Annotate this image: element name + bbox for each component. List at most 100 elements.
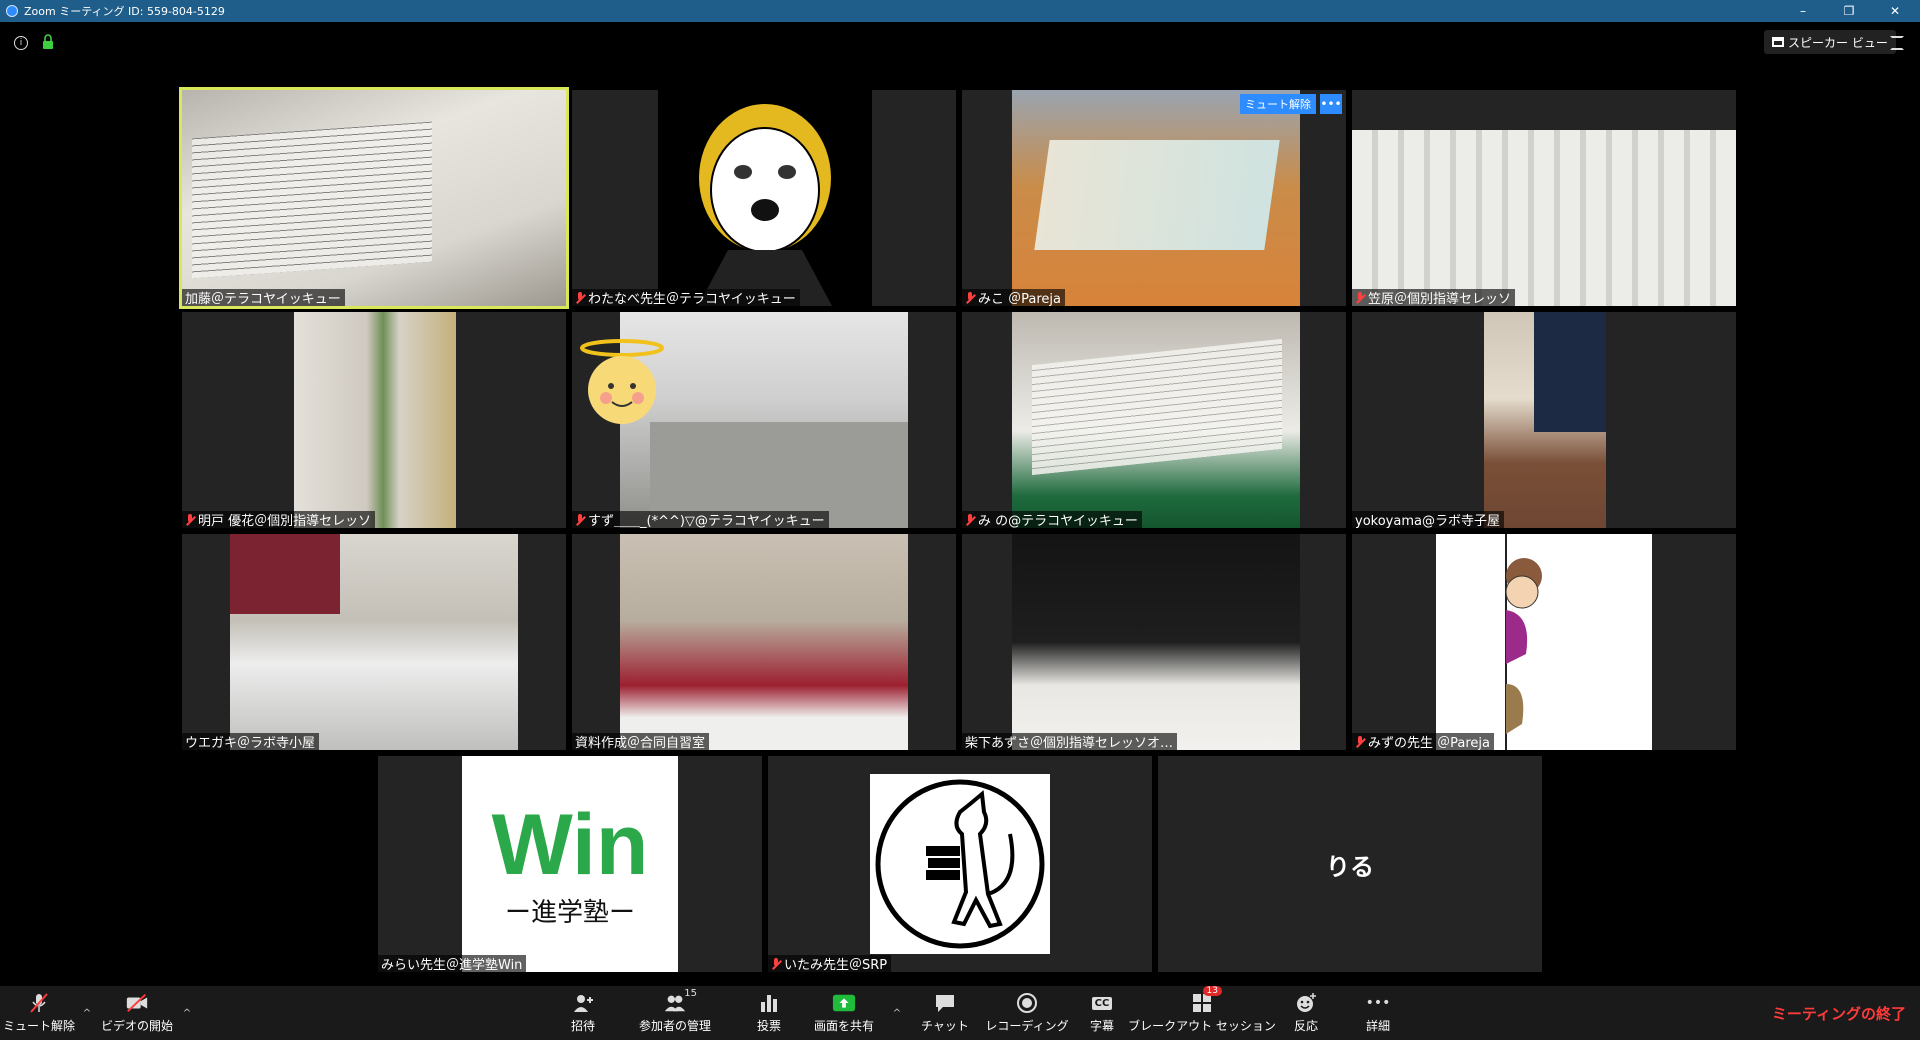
win-logo-text: Win (491, 797, 649, 893)
breakout-sessions-button[interactable]: 13 ブレークアウト セッション (1128, 986, 1276, 1040)
participant-name-tag: いたみ先生＠SRP (768, 955, 892, 972)
participant-name-tag: み の@テラコヤイッキュー (962, 511, 1142, 528)
video-tile[interactable]: 柴下あずさ＠個別指導セレッソオ… (962, 534, 1346, 750)
info-icon[interactable]: i (14, 36, 28, 50)
angel-emoji-icon (580, 339, 664, 424)
lock-icon[interactable] (42, 34, 54, 50)
tile-more-button[interactable]: ••• (1320, 94, 1342, 114)
video-feed (294, 312, 456, 528)
participant-name-tag: 資料作成＠合同自習室 (572, 733, 710, 750)
grid-icon (1772, 37, 1784, 47)
video-tile[interactable]: りる (1158, 756, 1542, 972)
breakout-count-badge: 13 (1202, 986, 1222, 996)
video-feed (1012, 534, 1300, 750)
participant-name-tag: みらい先生＠進学塾Win (378, 955, 527, 972)
mic-muted-icon (1355, 291, 1365, 304)
mic-muted-icon (575, 291, 585, 304)
chat-bubble-icon (933, 992, 957, 1014)
start-video-button[interactable]: ビデオの開始 (98, 986, 176, 1040)
video-tile[interactable]: 資料作成＠合同自習室 (572, 534, 956, 750)
avatar-image (658, 90, 872, 306)
participant-name-tag: すず＿＿_(*^^)▽@テラコヤイッキュー (572, 511, 829, 528)
video-tile[interactable]: みずの先生 ＠Pareja (1352, 534, 1736, 750)
restore-button[interactable]: ❐ (1826, 0, 1872, 22)
mic-muted-icon (575, 513, 585, 526)
participant-name-tag: yokoyama@ラボ寺子屋 (1352, 511, 1504, 528)
record-button[interactable]: レコーディング (985, 986, 1069, 1040)
polling-label: 投票 (756, 1019, 781, 1033)
video-tile[interactable]: すず＿＿_(*^^)▽@テラコヤイッキュー (572, 312, 956, 528)
unmute-label: ミュート解除 (3, 1019, 76, 1033)
manage-participants-label: 参加者の管理 (638, 1019, 711, 1033)
video-tile[interactable]: Win ー進学塾ー みらい先生＠進学塾Win (378, 756, 762, 972)
win-logo-subtext: ー進学塾ー (504, 898, 635, 928)
captions-cc-icon: CC (1090, 992, 1114, 1014)
invite-label: 招待 (570, 1019, 595, 1033)
mic-muted-icon (771, 957, 781, 970)
participants-icon: 15 (663, 988, 697, 1014)
share-options-caret[interactable]: ^ (890, 986, 904, 1040)
close-button[interactable]: ✕ (1872, 0, 1918, 22)
video-feed (1012, 312, 1300, 528)
speaker-view-button[interactable]: スピーカー ビュー (1764, 30, 1896, 54)
mic-muted-icon (185, 513, 195, 526)
video-options-caret[interactable]: ^ (180, 986, 194, 1040)
video-tile[interactable]: ミュート解除 ••• みこ ＠Pareja (962, 90, 1346, 306)
video-tile[interactable]: yokoyama@ラボ寺子屋 (1352, 312, 1736, 528)
polling-button[interactable]: 投票 (746, 986, 792, 1040)
video-tile[interactable]: ウエガキ＠ラボ寺小屋 (182, 534, 566, 750)
captions-label: 字幕 (1089, 1019, 1114, 1033)
start-video-label: ビデオの開始 (100, 1019, 173, 1033)
win-logo: Win ー進学塾ー (462, 756, 678, 972)
chat-button[interactable]: チャット (920, 986, 970, 1040)
video-tile[interactable]: 笠原＠個別指導セレッソ (1352, 90, 1736, 306)
video-feed (1484, 312, 1606, 528)
poll-chart-icon (757, 992, 781, 1014)
minimize-button[interactable]: – (1780, 0, 1826, 22)
manage-participants-button[interactable]: 15 参加者の管理 (630, 986, 720, 1040)
participant-name-tag: 笠原＠個別指導セレッソ (1352, 289, 1516, 306)
unmute-button[interactable]: ミュート解除 (3, 986, 76, 1040)
captions-button[interactable]: CC 字幕 (1082, 986, 1122, 1040)
video-tile[interactable]: み の@テラコヤイッキュー (962, 312, 1346, 528)
participants-count: 15 (684, 988, 697, 999)
reactions-label: 反応 (1293, 1019, 1318, 1033)
audio-options-caret[interactable]: ^ (80, 986, 94, 1040)
participant-name-tag: 柴下あずさ＠個別指導セレッソオ… (962, 733, 1178, 750)
video-off-icon (125, 992, 149, 1014)
video-feed (1012, 90, 1300, 306)
participant-name-tag: みずの先生 ＠Pareja (1352, 733, 1494, 750)
more-button[interactable]: ••• 詳細 (1358, 986, 1398, 1040)
video-tile[interactable]: わたなべ先生＠テラコヤイッキュー (572, 90, 956, 306)
mic-muted-icon (965, 513, 975, 526)
srp-logo (870, 774, 1050, 954)
video-tile[interactable]: 加藤＠テラコヤイッキュー (179, 87, 569, 309)
unmute-request-button[interactable]: ミュート解除 (1240, 94, 1316, 114)
add-person-icon (571, 992, 595, 1014)
title-bar: Zoom ミーティング ID: 559-804-5129 – ❐ ✕ (0, 0, 1920, 22)
participant-name-tag: わたなべ先生＠テラコヤイッキュー (572, 289, 800, 306)
zoom-app-icon (6, 5, 18, 17)
video-feed (182, 90, 566, 306)
video-feed (230, 534, 518, 750)
mic-muted-icon (965, 291, 975, 304)
participant-name-tag: 加藤＠テラコヤイッキュー (182, 289, 345, 306)
participant-name-tag: みこ ＠Pareja (962, 289, 1065, 306)
window-title: Zoom ミーティング ID: 559-804-5129 (24, 5, 225, 18)
video-tile[interactable]: いたみ先生＠SRP (768, 756, 1152, 972)
share-screen-label: 画面を共有 (813, 1019, 874, 1033)
end-meeting-button[interactable]: ミーティングの終了 (1772, 986, 1906, 1040)
video-tile[interactable]: 明戸 優花＠個別指導セレッソ (182, 312, 566, 528)
participant-name-tag: 明戸 優花＠個別指導セレッソ (182, 511, 376, 528)
reactions-button[interactable]: 反応 (1286, 986, 1326, 1040)
breakout-rooms-icon: 13 (1190, 986, 1222, 1014)
meeting-topbar: i (0, 22, 1920, 62)
share-screen-button[interactable]: 画面を共有 (806, 986, 882, 1040)
participant-name-tag: ウエガキ＠ラボ寺小屋 (182, 733, 320, 750)
participant-center-name: りる (1326, 852, 1374, 881)
invite-button[interactable]: 招待 (560, 986, 606, 1040)
share-screen-icon (832, 992, 856, 1014)
fullscreen-icon[interactable] (1890, 36, 1904, 50)
record-label: レコーディング (985, 1019, 1069, 1033)
avatar-image (1436, 534, 1652, 750)
